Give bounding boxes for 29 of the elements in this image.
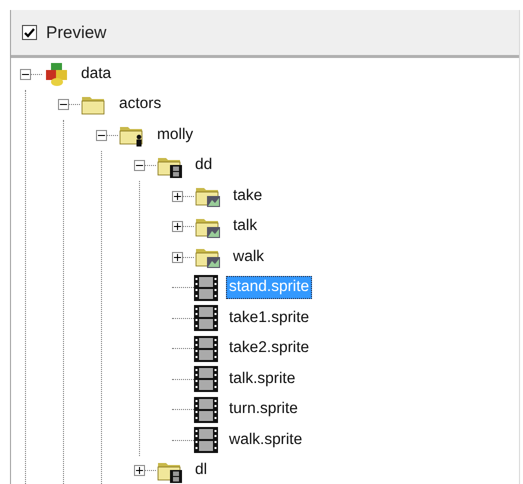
collapse-toggle[interactable] — [20, 68, 31, 80]
tree-item[interactable]: take1.sprite — [226, 306, 312, 330]
film-strip-icon — [194, 336, 218, 362]
film-strip-icon — [194, 427, 218, 454]
expand-toggle[interactable] — [172, 252, 183, 263]
collapse-toggle[interactable] — [96, 130, 107, 141]
tree-item[interactable]: data — [78, 62, 114, 86]
expand-toggle[interactable] — [172, 190, 183, 202]
expand-toggle[interactable] — [134, 465, 145, 476]
tree-item[interactable]: actors — [116, 93, 164, 116]
tree-item[interactable]: talk.sprite — [226, 368, 298, 391]
film-strip-icon — [194, 366, 218, 392]
tree-item[interactable]: talk — [230, 215, 260, 238]
film-strip-icon — [194, 274, 218, 301]
tree-item[interactable]: dd — [192, 154, 216, 178]
preview-checkbox[interactable] — [22, 25, 37, 40]
film-strip-icon — [194, 305, 218, 332]
tree-item[interactable]: molly — [154, 124, 196, 147]
preview-label: Preview — [46, 22, 106, 44]
expand-toggle[interactable] — [172, 221, 183, 232]
tree-item[interactable]: dl — [192, 459, 210, 482]
tree-item[interactable]: walk.sprite — [226, 428, 306, 452]
tree-item[interactable]: turn.sprite — [226, 398, 301, 422]
collapse-toggle[interactable] — [58, 99, 69, 110]
collapse-toggle[interactable] — [134, 160, 145, 172]
tree-item[interactable]: walk — [230, 246, 268, 269]
tree-item[interactable]: take2.sprite — [226, 337, 312, 360]
film-strip-icon — [194, 396, 218, 423]
tree-item[interactable]: take — [230, 184, 266, 208]
